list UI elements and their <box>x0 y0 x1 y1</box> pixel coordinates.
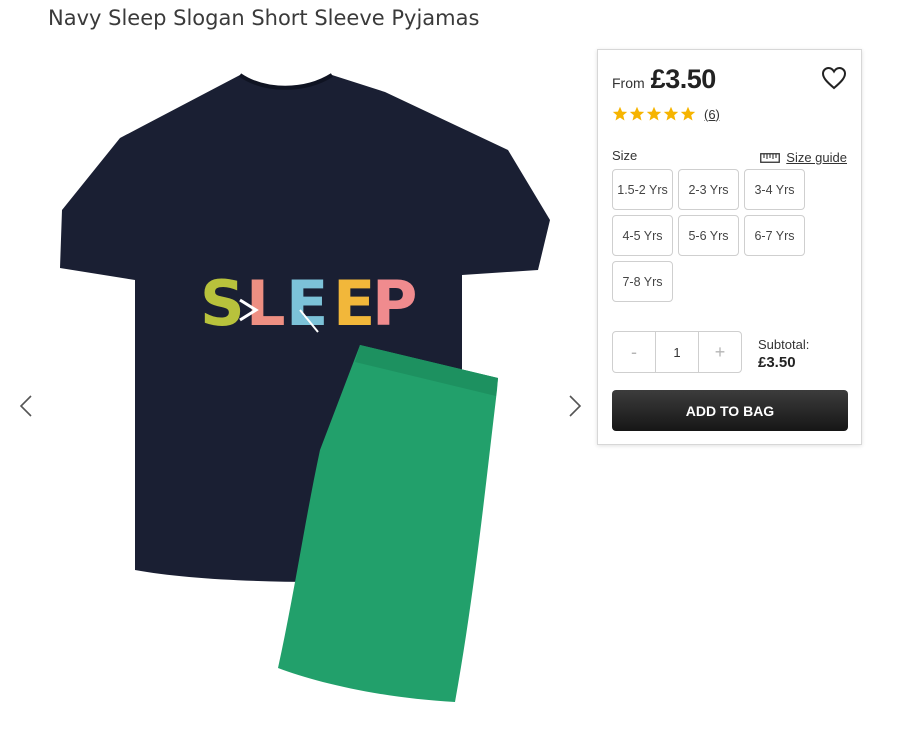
size-label: Size <box>612 148 638 163</box>
quantity-input[interactable]: 1 <box>655 332 699 372</box>
size-option[interactable]: 2-3 Yrs <box>678 169 739 210</box>
product-image: S L E E P <box>60 73 550 702</box>
star-icon <box>663 106 679 121</box>
purchase-panel: From £3.50 (6) Size Size guide 1.5-2 Yrs… <box>597 49 862 445</box>
chevron-left-icon <box>19 395 32 417</box>
add-to-bag-button[interactable]: ADD TO BAG <box>612 390 848 431</box>
next-image-arrow[interactable] <box>561 392 589 420</box>
size-option[interactable]: 1.5-2 Yrs <box>612 169 673 210</box>
size-option[interactable]: 3-4 Yrs <box>744 169 805 210</box>
subtotal-label: Subtotal: <box>758 337 810 352</box>
size-guide-label: Size guide <box>786 150 847 165</box>
star-icon <box>680 106 696 121</box>
subtotal-value: £3.50 <box>758 354 796 371</box>
ruler-icon <box>760 152 781 163</box>
review-count-link[interactable]: (6) <box>704 107 720 122</box>
svg-text:E: E <box>286 267 328 340</box>
star-icon <box>629 106 645 121</box>
size-option[interactable]: 5-6 Yrs <box>678 215 739 256</box>
product-image-gallery: S L E E P <box>0 40 597 740</box>
size-option[interactable]: 4-5 Yrs <box>612 215 673 256</box>
price-row: From £3.50 <box>612 64 716 95</box>
svg-text:E: E <box>333 267 375 340</box>
product-title: Navy Sleep Slogan Short Sleeve Pyjamas <box>48 6 480 30</box>
quantity-increase-button[interactable]: + <box>699 332 741 372</box>
product-price: £3.50 <box>650 64 717 94</box>
svg-text:S: S <box>200 267 245 340</box>
star-rating <box>612 106 696 122</box>
size-options: 1.5-2 Yrs 2-3 Yrs 3-4 Yrs 4-5 Yrs 5-6 Yr… <box>612 169 810 302</box>
star-icon <box>612 106 628 121</box>
heart-icon[interactable] <box>821 66 847 90</box>
product-rating: (6) <box>612 106 720 122</box>
svg-text:L: L <box>246 267 286 340</box>
size-option[interactable]: 7-8 Yrs <box>612 261 673 302</box>
quantity-stepper: - 1 + <box>612 331 742 373</box>
star-icon <box>646 106 662 121</box>
previous-image-arrow[interactable] <box>12 392 40 420</box>
size-guide-link[interactable]: Size guide <box>760 150 847 165</box>
chevron-right-icon <box>569 395 582 417</box>
price-prefix: From <box>612 75 645 91</box>
quantity-decrease-button[interactable]: - <box>613 332 655 372</box>
svg-text:P: P <box>372 267 417 340</box>
subtotal: Subtotal: £3.50 <box>758 336 809 372</box>
size-option[interactable]: 6-7 Yrs <box>744 215 805 256</box>
sleep-graphic: S L E E P <box>200 267 417 340</box>
